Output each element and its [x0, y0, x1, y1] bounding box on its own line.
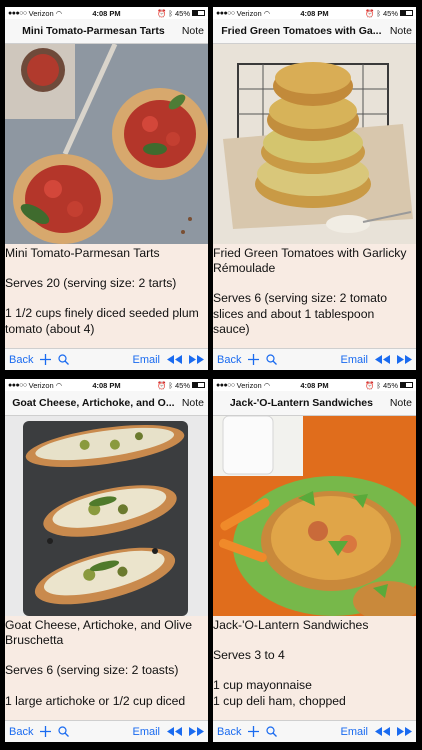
- email-button[interactable]: Email: [132, 354, 160, 366]
- note-button[interactable]: Note: [390, 25, 412, 37]
- previous-icon[interactable]: [375, 727, 390, 736]
- servings: Serves 6 (serving size: 2 tomato slices …: [213, 291, 388, 336]
- clock: 4:08 PM: [300, 8, 329, 18]
- status-bar: ●●●○○ Verizon ◠ 4:08 PM ⏰ ᛒ 45%: [5, 379, 208, 391]
- previous-icon[interactable]: [167, 355, 182, 364]
- recipe-photo: [5, 416, 208, 616]
- search-icon[interactable]: [58, 354, 70, 365]
- recipe-screen-4: ●●●○○ Verizon ◠ 4:08 PM ⏰ ᛒ 45% Jack-'O-Lant…: [213, 379, 416, 742]
- note-button[interactable]: Note: [182, 397, 204, 409]
- note-button[interactable]: Note: [182, 25, 204, 37]
- battery-icon: [400, 382, 413, 388]
- add-icon[interactable]: [40, 354, 52, 365]
- bottom-toolbar: Back Email: [5, 348, 208, 370]
- recipe-text: Jack-'O-Lantern Sandwiches Serves 3 to 4…: [213, 616, 416, 720]
- nav-bar: Goat Cheese, Artichoke, and O... Note: [5, 391, 208, 416]
- recipe-name: Mini Tomato-Parmesan Tarts: [5, 246, 160, 260]
- nav-bar: Jack-'O-Lantern Sandwiches Note: [213, 391, 416, 416]
- recipe-photo: [213, 44, 416, 244]
- clock: 4:08 PM: [92, 380, 121, 390]
- recipe-text: Mini Tomato-Parmesan Tarts Serves 20 (se…: [5, 244, 208, 348]
- recipe-title: Jack-'O-Lantern Sandwiches: [229, 397, 373, 409]
- next-icon[interactable]: [189, 727, 204, 736]
- battery-icon: [192, 382, 205, 388]
- email-button[interactable]: Email: [132, 726, 160, 738]
- recipe-name: Fried Green Tomatoes with Garlicky Rémou…: [213, 246, 407, 276]
- servings: Serves 6 (serving size: 2 toasts): [5, 663, 179, 678]
- nav-bar: Fried Green Tomatoes with Ga... Note: [213, 19, 416, 44]
- ingredient-line: 1 cup mayonnaise 1 cup deli ham, chopped: [213, 678, 346, 708]
- add-icon[interactable]: [248, 726, 260, 737]
- ingredient-line: 1 1/2 cups finely diced seeded plum toma…: [5, 306, 199, 336]
- next-icon[interactable]: [397, 355, 412, 364]
- recipe-photo: [213, 416, 416, 616]
- recipe-title: Mini Tomato-Parmesan Tarts: [22, 25, 165, 37]
- status-bar: ●●●○○ Verizon ◠ 4:08 PM ⏰ ᛒ 45%: [213, 379, 416, 391]
- recipe-screen-1: ●●●○○ Verizon ◠ 4:08 PM ⏰ ᛒ 45% Mini Tomato-…: [5, 7, 208, 370]
- back-button[interactable]: Back: [9, 354, 33, 366]
- search-icon[interactable]: [266, 726, 278, 737]
- back-button[interactable]: Back: [217, 354, 241, 366]
- back-button[interactable]: Back: [217, 726, 241, 738]
- recipe-screen-2: ●●●○○ Verizon ◠ 4:08 PM ⏰ ᛒ 45% Fried Green …: [213, 7, 416, 370]
- status-bar: ●●●○○ Verizon ◠ 4:08 PM ⏰ ᛒ 45%: [213, 7, 416, 19]
- previous-icon[interactable]: [167, 727, 182, 736]
- clock: 4:08 PM: [92, 8, 121, 18]
- search-icon[interactable]: [58, 726, 70, 737]
- recipe-photo: [5, 44, 208, 244]
- servings: Serves 3 to 4: [213, 648, 285, 663]
- add-icon[interactable]: [248, 354, 260, 365]
- bottom-toolbar: Back Email: [213, 720, 416, 742]
- email-button[interactable]: Email: [340, 354, 368, 366]
- battery-icon: [400, 10, 413, 16]
- recipe-name: Goat Cheese, Artichoke, and Olive Brusch…: [5, 618, 192, 648]
- add-icon[interactable]: [40, 726, 52, 737]
- next-icon[interactable]: [189, 355, 204, 364]
- battery-icon: [192, 10, 205, 16]
- previous-icon[interactable]: [375, 355, 390, 364]
- recipe-screen-3: ●●●○○ Verizon ◠ 4:08 PM ⏰ ᛒ 45% Goat Cheese,…: [5, 379, 208, 742]
- next-icon[interactable]: [397, 727, 412, 736]
- recipe-name: Jack-'O-Lantern Sandwiches: [213, 618, 369, 632]
- ingredient-line: 1 large artichoke or 1/2 cup diced: [5, 693, 186, 708]
- status-bar: ●●●○○ Verizon ◠ 4:08 PM ⏰ ᛒ 45%: [5, 7, 208, 19]
- bottom-toolbar: Back Email: [5, 720, 208, 742]
- recipe-text: Fried Green Tomatoes with Garlicky Rémou…: [213, 244, 416, 348]
- servings: Serves 20 (serving size: 2 tarts): [5, 276, 177, 291]
- back-button[interactable]: Back: [9, 726, 33, 738]
- email-button[interactable]: Email: [340, 726, 368, 738]
- recipe-title: Fried Green Tomatoes with Ga...: [221, 25, 382, 37]
- search-icon[interactable]: [266, 354, 278, 365]
- bottom-toolbar: Back Email: [213, 348, 416, 370]
- note-button[interactable]: Note: [390, 397, 412, 409]
- recipe-text: Goat Cheese, Artichoke, and Olive Brusch…: [5, 616, 208, 720]
- nav-bar: Mini Tomato-Parmesan Tarts Note: [5, 19, 208, 44]
- recipe-title: Goat Cheese, Artichoke, and O...: [12, 397, 175, 409]
- clock: 4:08 PM: [300, 380, 329, 390]
